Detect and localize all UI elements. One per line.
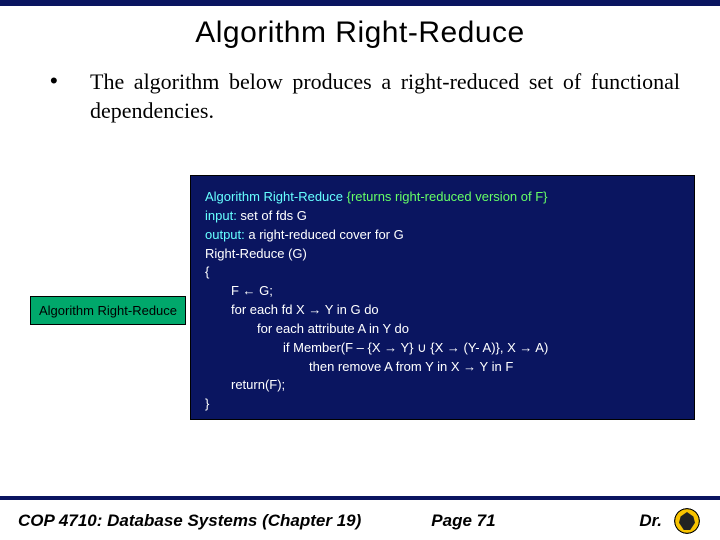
- code-keyword: Algorithm Right-Reduce: [205, 189, 343, 204]
- code-text: set of fds G: [237, 208, 307, 223]
- code-line-7: for each fd X → Y in G do: [205, 301, 680, 320]
- code-line-8: for each attribute A in Y do: [205, 320, 680, 339]
- intro-text: The algorithm below produces a right-red…: [90, 68, 680, 125]
- footer-page: Page 71: [431, 511, 495, 531]
- footer-author: Dr.: [639, 511, 662, 531]
- code-line-4: Right-Reduce (G): [205, 245, 680, 264]
- code-line-9: if Member(F – {X → Y} ∪ {X → (Y- A)}, X …: [205, 339, 680, 358]
- code-line-2: input: set of fds G: [205, 207, 680, 226]
- code-line-12: }: [205, 395, 680, 414]
- code-box: Algorithm Right-Reduce {returns right-re…: [190, 175, 695, 420]
- code-keyword: output:: [205, 227, 245, 242]
- slide-title: Algorithm Right-Reduce: [0, 16, 720, 50]
- footer: COP 4710: Database Systems (Chapter 19) …: [0, 496, 720, 540]
- bullet: •: [40, 68, 90, 125]
- code-line-11: return(F);: [205, 376, 680, 395]
- algorithm-label-text: Algorithm Right-Reduce: [39, 303, 177, 318]
- code-text: a right-reduced cover for G: [245, 227, 404, 242]
- code-line-3: output: a right-reduced cover for G: [205, 226, 680, 245]
- intro-row: • The algorithm below produces a right-r…: [40, 68, 680, 125]
- code-line-10: then remove A from Y in X → Y in F: [205, 358, 680, 377]
- algorithm-label-box: Algorithm Right-Reduce: [30, 296, 186, 325]
- code-comment: {returns right-reduced version of F}: [343, 189, 548, 204]
- code-line-6: F ← G;: [205, 282, 680, 301]
- footer-course: COP 4710: Database Systems (Chapter 19): [18, 511, 361, 531]
- top-border: [0, 0, 720, 6]
- code-line-1: Algorithm Right-Reduce {returns right-re…: [205, 188, 680, 207]
- code-keyword: input:: [205, 208, 237, 223]
- ucf-logo-icon: [672, 506, 702, 536]
- code-line-5: {: [205, 263, 680, 282]
